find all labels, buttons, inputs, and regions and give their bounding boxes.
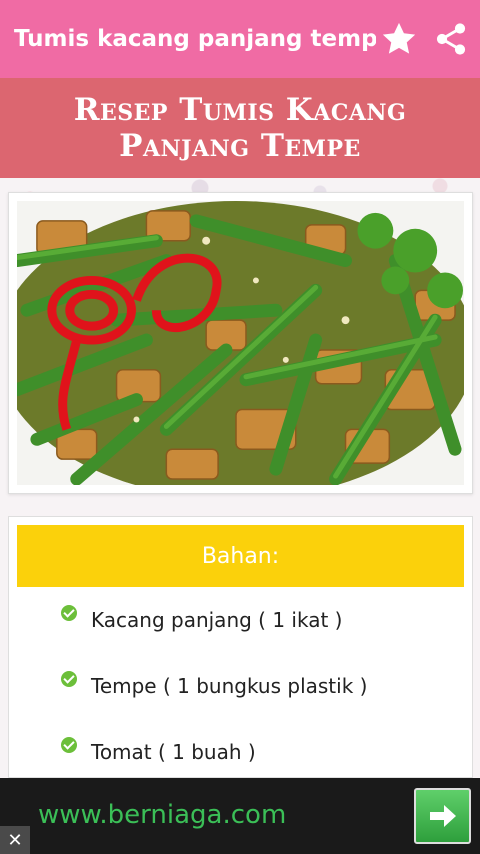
share-button[interactable] — [428, 16, 474, 62]
ingredient-text: Tomat ( 1 buah ) — [91, 740, 256, 764]
ad-close-button[interactable]: ✕ — [0, 826, 30, 854]
ad-link-text[interactable]: www.berniaga.com — [38, 800, 286, 830]
ingredient-item: Tempe ( 1 bungkus plastik ) — [61, 653, 464, 719]
recipe-image — [17, 201, 464, 485]
ad-open-button[interactable] — [414, 788, 471, 844]
ad-banner[interactable]: www.berniaga.com ✕ — [0, 778, 480, 854]
favorite-button[interactable] — [376, 16, 422, 62]
ingredients-list: Kacang panjang ( 1 ikat ) Tempe ( 1 bung… — [17, 587, 464, 777]
recipe-title-band: Resep Tumis Kacang Panjang Tempe — [0, 78, 480, 178]
ingredient-text: Kacang panjang ( 1 ikat ) — [91, 608, 343, 632]
ingredient-text: Tempe ( 1 bungkus plastik ) — [91, 674, 368, 698]
check-icon — [61, 671, 77, 687]
check-icon — [61, 737, 77, 753]
ingredients-heading-label: Bahan: — [201, 543, 280, 569]
recipe-title: Resep Tumis Kacang Panjang Tempe — [73, 92, 407, 164]
ingredient-item: Tomat ( 1 buah ) — [61, 719, 464, 777]
app-bar-title: Tumis kacang panjang tempe — [14, 26, 376, 52]
share-icon — [436, 23, 466, 55]
check-icon — [61, 605, 77, 621]
recipe-image-card — [8, 192, 473, 494]
ingredients-card: Bahan: Kacang panjang ( 1 ikat ) Tempe (… — [8, 516, 473, 778]
arrow-right-icon — [429, 805, 456, 827]
star-icon — [382, 22, 416, 54]
ingredient-item: Kacang panjang ( 1 ikat ) — [61, 587, 464, 653]
app-bar: Tumis kacang panjang tempe — [0, 0, 480, 78]
ingredients-heading: Bahan: — [17, 525, 464, 587]
